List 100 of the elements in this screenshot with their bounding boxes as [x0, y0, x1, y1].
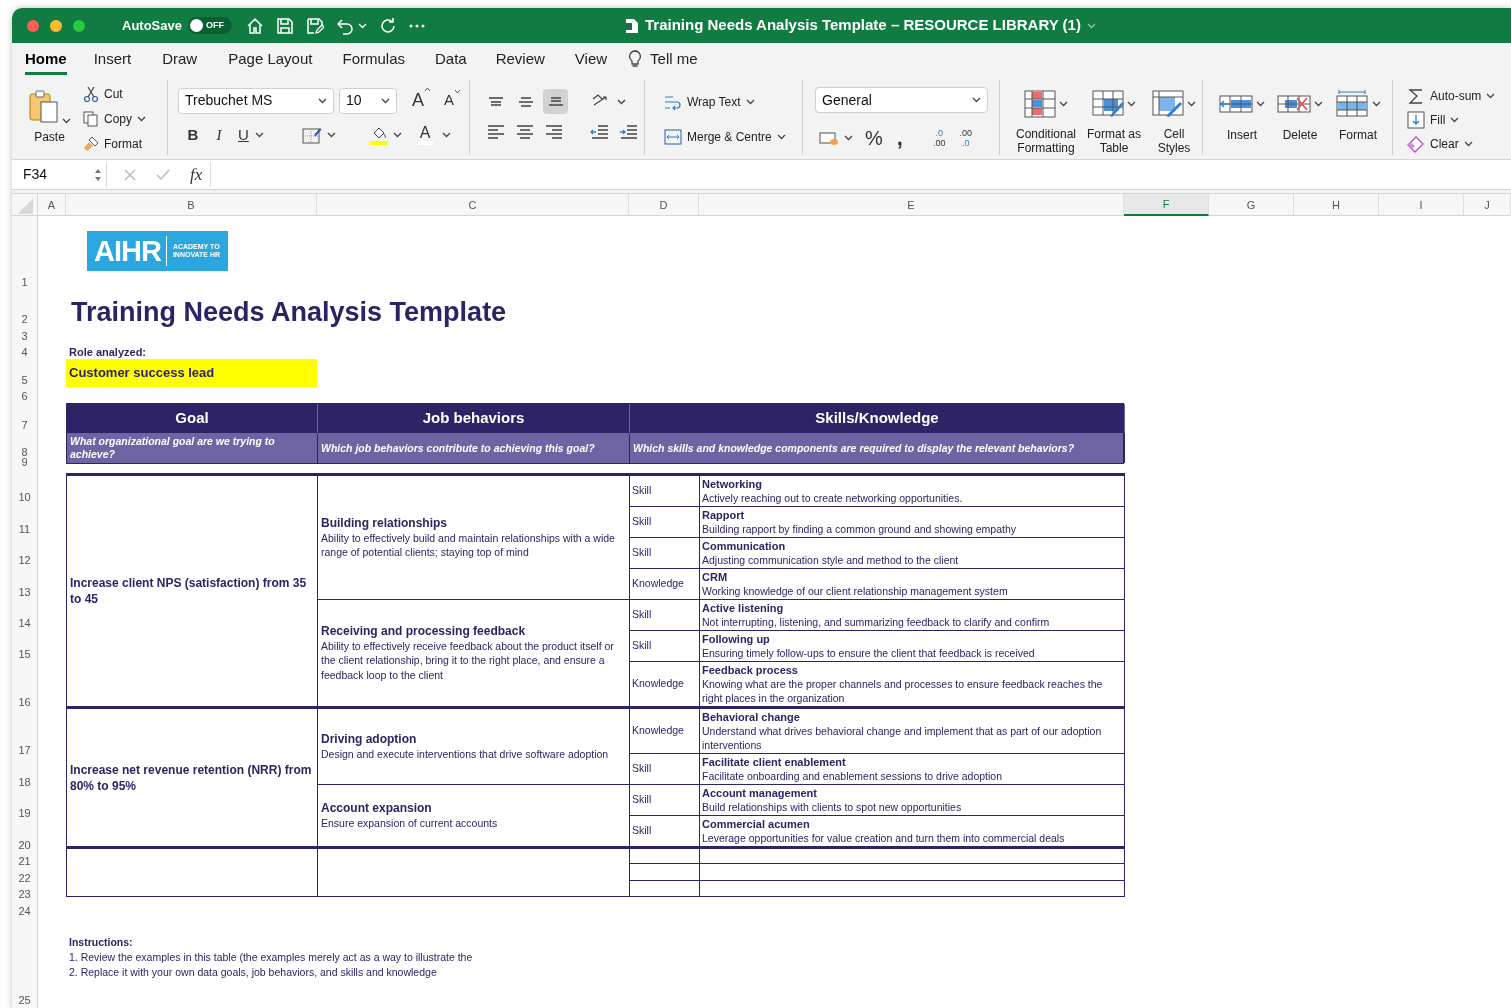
caret-icon[interactable]	[1486, 92, 1496, 99]
conditional-formatting-button[interactable]: Conditional Formatting	[1012, 88, 1080, 155]
clear-button[interactable]: Clear	[1407, 133, 1511, 155]
row-header[interactable]: 1	[21, 276, 28, 289]
redo-icon[interactable]	[378, 16, 397, 35]
column-header[interactable]: C	[317, 194, 629, 216]
row-header[interactable]: 5	[21, 374, 28, 387]
row-header[interactable]: 13	[18, 586, 31, 599]
home-icon[interactable]	[245, 16, 264, 35]
paste-button[interactable]: Paste	[28, 89, 71, 146]
insert-function-button[interactable]: fx	[190, 161, 212, 188]
caret-icon[interactable]	[392, 132, 402, 139]
autosave-toggle[interactable]: OFF	[187, 17, 232, 34]
row-header[interactable]: 16	[18, 696, 31, 709]
caret-icon[interactable]	[1372, 101, 1381, 107]
caret-icon[interactable]	[745, 99, 755, 105]
minimize-button[interactable]	[50, 19, 62, 32]
cell-styles-button[interactable]: Cell Styles	[1148, 88, 1200, 155]
caret-icon[interactable]	[254, 132, 264, 139]
font-name-dropdown[interactable]: Trebuchet MS	[178, 87, 334, 114]
row-header[interactable]: 10	[18, 491, 31, 504]
caret-icon[interactable]	[318, 97, 327, 104]
row-header[interactable]: 8	[21, 446, 28, 459]
fill-button[interactable]: Fill	[1407, 109, 1511, 131]
caret-icon[interactable]	[137, 115, 146, 122]
decrease-decimal-button[interactable]: .00 .0	[959, 128, 972, 148]
caret-icon[interactable]	[1187, 100, 1196, 107]
fill-color-icon[interactable]	[369, 125, 388, 146]
align-right-icon[interactable]	[544, 123, 564, 141]
tell-me-search[interactable]: Tell me	[650, 47, 698, 71]
row-header[interactable]: 9	[21, 456, 28, 469]
ribbon-tab[interactable]: Formulas	[342, 43, 405, 75]
number-format-dropdown[interactable]: General	[815, 87, 988, 113]
more-icon[interactable]	[408, 23, 425, 28]
row-header[interactable]: 24	[18, 905, 31, 918]
increase-font-size-button[interactable]: A	[412, 87, 431, 114]
row-header[interactable]: 14	[18, 617, 31, 630]
bold-button[interactable]: B	[186, 124, 200, 147]
row-header[interactable]: 23	[18, 888, 31, 901]
align-left-icon[interactable]	[486, 123, 506, 141]
comma-style-button[interactable]: ,	[896, 126, 903, 150]
row-header[interactable]: 18	[18, 776, 31, 789]
ribbon-tab[interactable]: Data	[435, 43, 467, 75]
caret-icon[interactable]	[617, 98, 626, 105]
caret-icon[interactable]	[1450, 117, 1460, 123]
caret-icon[interactable]	[844, 135, 853, 141]
format-as-table-button[interactable]: Format as Table	[1086, 88, 1142, 155]
italic-button[interactable]: I	[212, 124, 226, 147]
wrap-text-button[interactable]: Wrap Text	[664, 91, 802, 113]
caret-icon[interactable]	[1314, 101, 1323, 107]
row-header[interactable]: 15	[18, 648, 31, 661]
column-header[interactable]: A	[38, 194, 66, 216]
copy-button[interactable]: Copy	[83, 107, 146, 130]
column-header[interactable]: B	[66, 194, 317, 216]
increase-decimal-button[interactable]: .0 .00	[932, 128, 946, 148]
caret-icon[interactable]	[441, 132, 451, 139]
save-icon[interactable]	[275, 16, 294, 35]
format-painter-button[interactable]: Format	[83, 132, 146, 155]
merge-centre-button[interactable]: Merge & Centre	[664, 126, 802, 148]
row-header[interactable]: 3	[21, 330, 28, 343]
row-header[interactable]: 17	[18, 744, 31, 757]
caret-icon[interactable]	[1463, 141, 1473, 148]
column-header[interactable]: G	[1209, 194, 1294, 216]
caret-icon[interactable]	[1059, 100, 1068, 107]
name-box[interactable]: F34	[12, 162, 107, 187]
caret-icon[interactable]	[1127, 100, 1136, 107]
insert-cells-button[interactable]: Insert	[1217, 88, 1267, 155]
vertical-align-button[interactable]	[543, 89, 568, 114]
underline-button[interactable]: U	[238, 124, 249, 147]
column-header[interactable]: H	[1294, 194, 1379, 216]
delete-cells-button[interactable]: Delete	[1275, 88, 1325, 155]
borders-icon[interactable]	[301, 126, 322, 145]
row-header[interactable]: 21	[18, 855, 31, 868]
increase-indent-icon[interactable]	[619, 123, 639, 141]
ribbon-tab[interactable]: Review	[495, 43, 545, 75]
font-size-dropdown[interactable]: 10	[339, 87, 397, 114]
font-color-button[interactable]: A	[417, 125, 433, 146]
caret-icon[interactable]	[972, 97, 981, 103]
decrease-indent-icon[interactable]	[590, 123, 610, 141]
row-header[interactable]: 25	[18, 994, 31, 1007]
ribbon-tab[interactable]: Insert	[93, 43, 132, 75]
column-header[interactable]: D	[629, 194, 699, 216]
format-cells-button[interactable]: Format	[1333, 88, 1383, 155]
ribbon-tab[interactable]: Draw	[162, 43, 198, 75]
row-header[interactable]: 2	[21, 313, 28, 326]
row-header[interactable]: 22	[18, 872, 31, 885]
autosum-button[interactable]: Auto-sum	[1407, 85, 1511, 107]
column-header[interactable]: J	[1464, 194, 1511, 216]
ribbon-tab[interactable]: Page Layout	[228, 43, 313, 75]
align-center-icon[interactable]	[515, 123, 535, 141]
column-header[interactable]: I	[1379, 194, 1464, 216]
caret-icon[interactable]	[381, 97, 390, 104]
row-header[interactable]: 7	[21, 419, 28, 432]
row-header[interactable]: 11	[18, 523, 31, 536]
caret-icon[interactable]	[1256, 101, 1265, 107]
column-header[interactable]: F	[1124, 194, 1209, 216]
row-header[interactable]: 4	[21, 346, 28, 359]
undo-icon[interactable]	[335, 16, 354, 35]
caret-icon[interactable]	[62, 117, 71, 124]
ribbon-tab[interactable]: View	[574, 43, 608, 75]
